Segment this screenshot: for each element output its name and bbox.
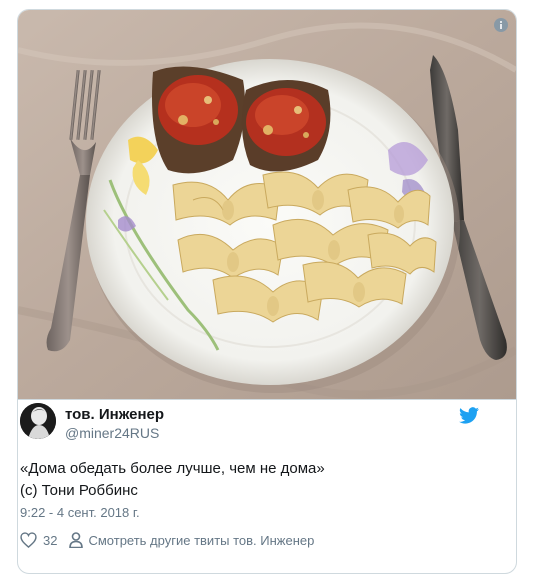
- tweet-text: «Дома обедать более лучше, чем не дома» …: [20, 458, 480, 502]
- heart-icon: [20, 532, 37, 548]
- tweet-timestamp[interactable]: 9:22 - 4 сент. 2018 г.: [20, 505, 140, 520]
- twitter-bird-icon[interactable]: [459, 407, 479, 424]
- tweet-text-line: «Дома обедать более лучше, чем не дома»: [20, 460, 325, 477]
- like-button[interactable]: 32: [20, 532, 57, 548]
- tweet-text-line: (с) Тони Роббинс: [20, 482, 138, 499]
- person-icon: [69, 532, 84, 548]
- author-name[interactable]: тов. Инженер: [65, 406, 164, 423]
- info-icon[interactable]: [494, 18, 508, 32]
- more-tweets-label: Смотреть другие твиты тов. Инженер: [88, 532, 315, 548]
- author-handle[interactable]: @miner24RUS: [65, 425, 159, 441]
- more-tweets-link[interactable]: Смотреть другие твиты тов. Инженер: [69, 532, 314, 548]
- card-divider: [18, 399, 516, 400]
- avatar[interactable]: [20, 403, 56, 439]
- like-count: 32: [43, 532, 58, 548]
- tweet-photo[interactable]: [18, 10, 516, 399]
- tweet-actions: 32 Смотреть другие твиты тов. Инженер: [20, 530, 314, 550]
